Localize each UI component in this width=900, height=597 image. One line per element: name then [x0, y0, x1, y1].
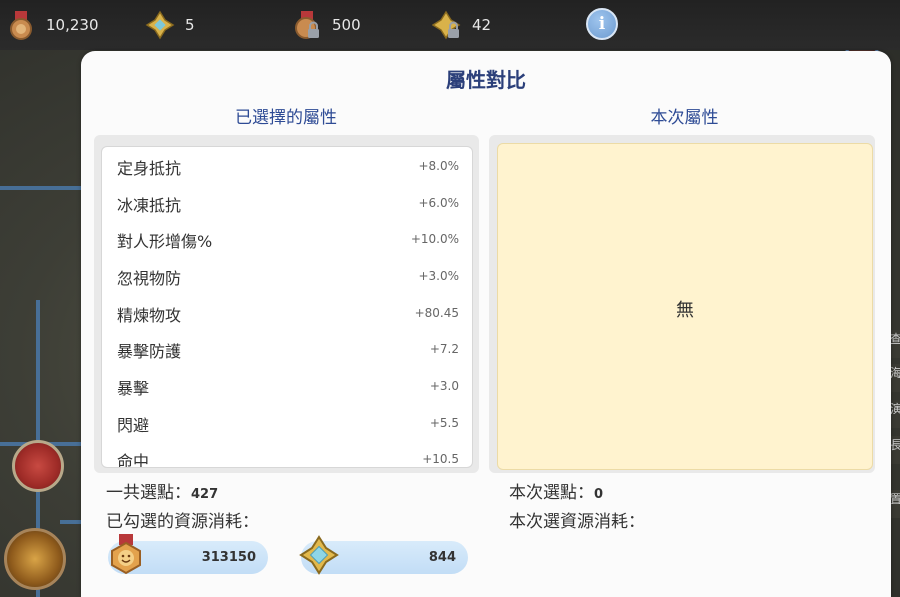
side-tab[interactable]: 長	[890, 436, 900, 464]
resource-value: 10,230	[46, 16, 99, 34]
attribute-name: 對人形增傷%	[117, 232, 213, 251]
attribute-row: 閃避 +5.5	[102, 404, 472, 440]
medal-icon	[6, 10, 36, 40]
attribute-row: 命中 +10.5	[102, 440, 472, 468]
attribute-row: 冰凍抵抗 +6.0%	[102, 184, 472, 220]
attribute-value: +6.0%	[418, 196, 459, 210]
attribute-name: 命中	[117, 452, 150, 468]
resource-value: 5	[185, 16, 195, 34]
map-node-icon[interactable]	[12, 440, 64, 492]
side-tab[interactable]: 演	[890, 400, 900, 428]
attribute-value: +5.5	[429, 416, 459, 430]
attribute-value: +3.0	[429, 379, 459, 393]
attribute-name: 閃避	[117, 416, 150, 435]
current-attributes-box: 無	[497, 143, 873, 470]
resource-value: 500	[332, 16, 361, 34]
attribute-row: 忽視物防 +3.0%	[102, 257, 472, 293]
cost-medal-pill: 313150	[108, 534, 268, 575]
selected-attributes-header: 已選擇的屬性	[235, 108, 337, 128]
resource-locked-crystal[interactable]: 42	[431, 8, 492, 42]
current-cost-label: 本次選資源消耗：	[509, 512, 645, 532]
attribute-name: 冰凍抵抗	[117, 196, 182, 215]
locked-medal-icon	[292, 10, 322, 40]
crystal-cross-icon	[145, 10, 175, 40]
attribute-row: 暴擊防護 +7.2	[102, 330, 472, 366]
attribute-value: +8.0%	[418, 159, 459, 173]
attribute-value: +3.0%	[418, 269, 459, 283]
total-points-value: 427	[191, 487, 219, 502]
attribute-name: 忽視物防	[117, 269, 182, 288]
attribute-value: +7.2	[429, 342, 459, 356]
resource-locked-medal[interactable]: 500	[292, 8, 361, 42]
empty-placeholder: 無	[676, 300, 694, 321]
attribute-value: +80.45	[414, 306, 459, 320]
info-button[interactable]: i	[586, 8, 618, 40]
current-points-label: 本次選點：	[509, 483, 594, 503]
attribute-row: 對人形增傷% +10.0%	[102, 220, 472, 256]
attribute-value: +10.5	[422, 452, 459, 466]
side-tab[interactable]: 查	[890, 330, 900, 358]
attribute-compare-dialog: 屬性對比 已選擇的屬性 本次屬性 定身抵抗 +8.0% 冰凍抵抗 +6.0% 對…	[81, 51, 891, 597]
current-attributes-header: 本次屬性	[650, 108, 719, 128]
resource-value: 42	[472, 16, 492, 34]
map-node-icon[interactable]	[4, 528, 66, 590]
attribute-value: +10.0%	[410, 232, 459, 246]
side-tab[interactable]: 海	[890, 364, 900, 392]
info-icon: i	[598, 14, 606, 34]
total-points: 一共選點：427	[106, 478, 218, 503]
attribute-name: 定身抵抗	[117, 159, 182, 178]
attribute-name: 暴擊	[117, 379, 150, 398]
dialog-title: 屬性對比	[446, 68, 526, 92]
resource-medal[interactable]: 10,230	[6, 8, 99, 42]
cost-value: 313150	[201, 550, 256, 565]
crystal-cross-icon	[299, 533, 339, 577]
attribute-name: 暴擊防護	[117, 342, 182, 361]
current-points: 本次選點：0	[509, 478, 603, 503]
resource-bar: 10,230 5 500 42 i	[0, 0, 900, 50]
side-tab[interactable]: 置	[890, 490, 900, 518]
cost-crystal-pill: 844	[299, 535, 468, 575]
medal-icon	[106, 533, 146, 577]
cost-value: 844	[428, 550, 456, 565]
attribute-row: 暴擊 +3.0	[102, 367, 472, 403]
attribute-row: 精煉物攻 +80.45	[102, 294, 472, 330]
attribute-row: 定身抵抗 +8.0%	[102, 147, 472, 183]
selected-attributes-list[interactable]: 定身抵抗 +8.0% 冰凍抵抗 +6.0% 對人形增傷% +10.0% 忽視物防…	[101, 146, 473, 468]
attribute-name: 精煉物攻	[117, 306, 182, 325]
selected-cost-label: 已勾選的資源消耗：	[106, 512, 259, 532]
locked-crystal-icon	[431, 10, 462, 40]
total-points-label: 一共選點：	[106, 483, 191, 503]
resource-crystal[interactable]: 5	[145, 8, 195, 42]
current-points-value: 0	[594, 487, 604, 502]
